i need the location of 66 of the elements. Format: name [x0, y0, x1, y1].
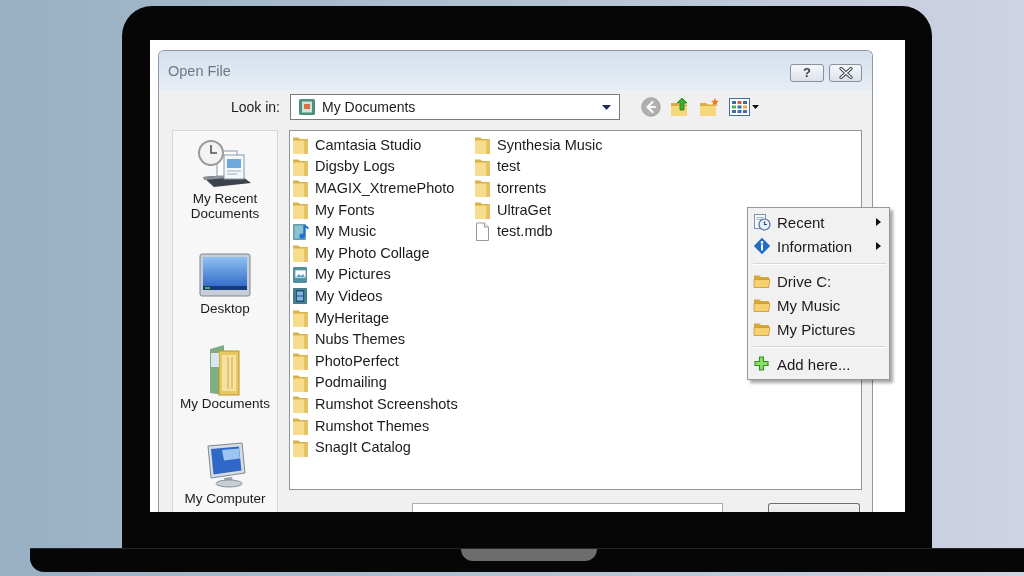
folder-item[interactable]: Digsby Logs — [292, 155, 395, 178]
folder-item[interactable]: UltraGet — [474, 198, 551, 221]
picture-frame-icon — [298, 98, 316, 116]
plus-icon — [753, 355, 771, 373]
menu-item[interactable]: Recent — [750, 210, 887, 234]
folder-item[interactable]: My Fonts — [292, 198, 375, 221]
folder-icon — [292, 135, 309, 155]
folder-icon — [474, 200, 491, 220]
folder-sparkle-icon[interactable] — [699, 97, 720, 117]
menu-item[interactable]: Information — [750, 234, 887, 258]
menu-item[interactable]: My Music — [750, 293, 887, 317]
folder-item[interactable]: Rumshot Screenshots — [292, 393, 458, 415]
grid-view-icon[interactable] — [729, 98, 760, 116]
folder-icon — [292, 243, 309, 263]
folder-up-arrow-icon[interactable] — [670, 97, 690, 117]
help-button[interactable]: ? — [790, 63, 824, 82]
folder-item[interactable]: test — [474, 155, 521, 178]
folder-icon — [292, 394, 309, 414]
clock-documents-icon — [197, 140, 253, 190]
folder-icon — [292, 416, 309, 435]
info-icon — [753, 237, 771, 255]
text-field[interactable] — [412, 503, 723, 512]
submenu-arrow-icon — [876, 218, 881, 226]
close-icon — [838, 66, 853, 79]
folder-item[interactable]: torrents — [474, 177, 547, 199]
document-icon — [474, 221, 491, 241]
folder-item[interactable]: SnagIt Catalog — [292, 436, 411, 458]
folder-item[interactable]: My Videos — [292, 285, 383, 307]
film-folder-icon — [292, 286, 309, 306]
folder-item[interactable]: MyHeritage — [292, 306, 390, 329]
caret-down-icon — [602, 104, 611, 110]
folder-icon — [474, 178, 491, 198]
folder-item[interactable]: Podmailing — [292, 371, 387, 394]
dialog-button[interactable] — [768, 503, 860, 512]
folder-item[interactable]: MAGIX_XtremePhoto — [292, 177, 455, 199]
folder-item[interactable]: My Pictures — [292, 263, 391, 286]
folder-item[interactable]: Nubs Themes — [292, 328, 405, 350]
places-item[interactable]: Desktop — [173, 247, 277, 318]
folder-icon — [292, 308, 309, 328]
folder-item[interactable]: My Music — [292, 220, 377, 242]
folder-item[interactable]: My Photo Collage — [292, 241, 430, 264]
monitor-icon — [199, 253, 251, 297]
look-in-label: Look in: — [229, 99, 280, 115]
places-item[interactable]: My Recent Documents — [173, 137, 277, 223]
folder-item[interactable]: Camtasia Studio — [292, 134, 422, 156]
look-in-dropdown[interactable]: My Documents — [290, 94, 620, 120]
folder-item[interactable]: Synthesia Music — [474, 134, 603, 156]
picture-folder-icon — [292, 264, 309, 284]
places-item[interactable]: My Computer — [173, 437, 277, 508]
folder-item[interactable]: PhotoPerfect — [292, 349, 399, 372]
folder-icon — [292, 200, 309, 220]
submenu-arrow-icon — [876, 242, 881, 250]
window-title: Open File — [168, 62, 232, 79]
document-folder-icon — [207, 344, 243, 396]
menu-item[interactable]: My Pictures — [750, 317, 887, 341]
music-folder-icon — [292, 221, 309, 241]
folder-item[interactable]: Rumshot Themes — [292, 414, 430, 437]
places-item[interactable]: My Documents — [173, 342, 277, 413]
menu-item[interactable]: Drive C: — [750, 269, 887, 293]
document-clock-icon — [753, 213, 771, 231]
folder-icon — [292, 351, 309, 371]
folder-icon — [474, 135, 491, 155]
close-button[interactable] — [829, 63, 862, 82]
file-item[interactable]: test.mdb — [474, 220, 553, 242]
folder-icon — [292, 178, 309, 198]
menu-item[interactable]: Add here... — [750, 352, 887, 376]
